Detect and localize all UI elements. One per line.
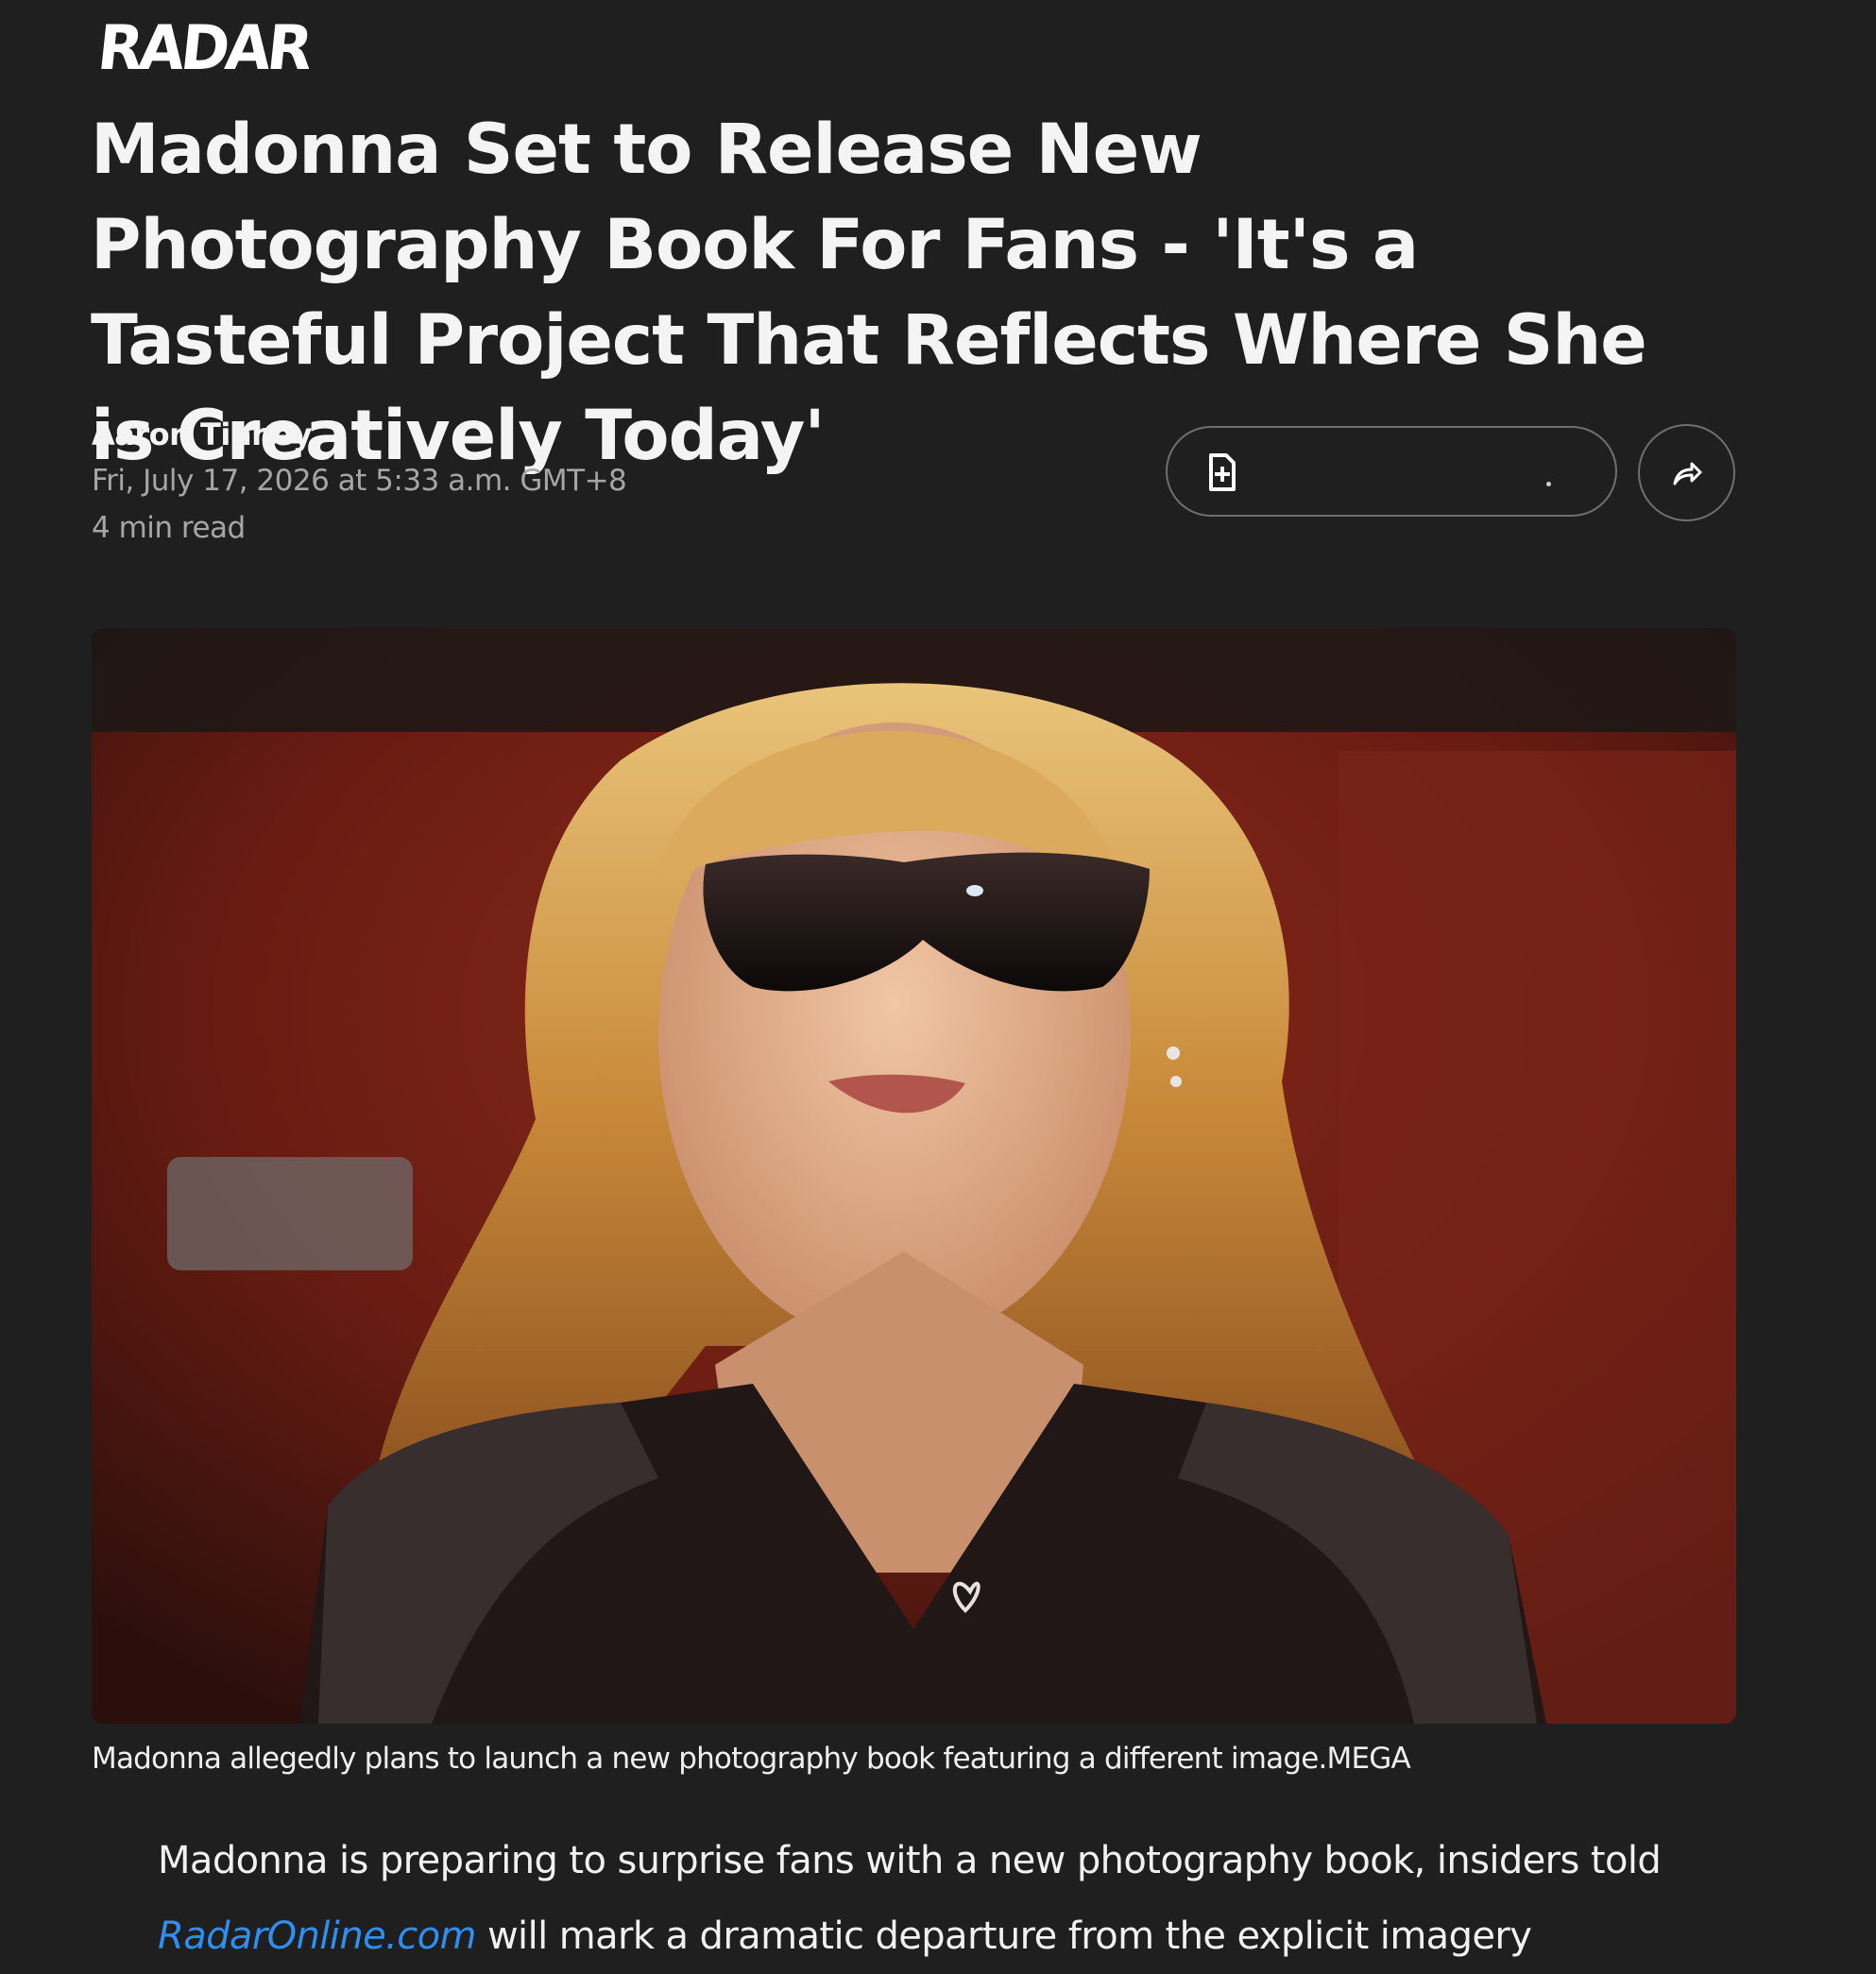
save-article-button[interactable] <box>1166 426 1617 517</box>
hero-photo <box>92 628 1736 1724</box>
article-paragraph: Madonna is preparing to surprise fans wi… <box>158 1823 1726 1974</box>
paragraph-text-continued: will mark a dramatic departure from the … <box>475 1914 1532 1958</box>
share-arrow-icon <box>1673 462 1702 485</box>
paragraph-text: Madonna is preparing to surprise fans wi… <box>158 1839 1662 1882</box>
share-button[interactable] <box>1638 424 1735 521</box>
read-time: 4 min read <box>92 511 246 545</box>
publish-date: Fri, July 17, 2026 at 5:33 a.m. GMT+8 <box>92 464 627 498</box>
author-name[interactable]: Aaron Tinney <box>92 412 626 457</box>
image-caption: Madonna allegedly plans to launch a new … <box>92 1742 1411 1776</box>
bookmark-add-icon <box>1209 453 1236 491</box>
source-link[interactable]: RadarOnline.com <box>158 1914 476 1958</box>
status-dot <box>1546 482 1551 486</box>
radar-logo[interactable]: RADAR <box>94 11 313 84</box>
byline: Aaron Tinney Fri, July 17, 2026 at 5:33 … <box>92 412 627 552</box>
